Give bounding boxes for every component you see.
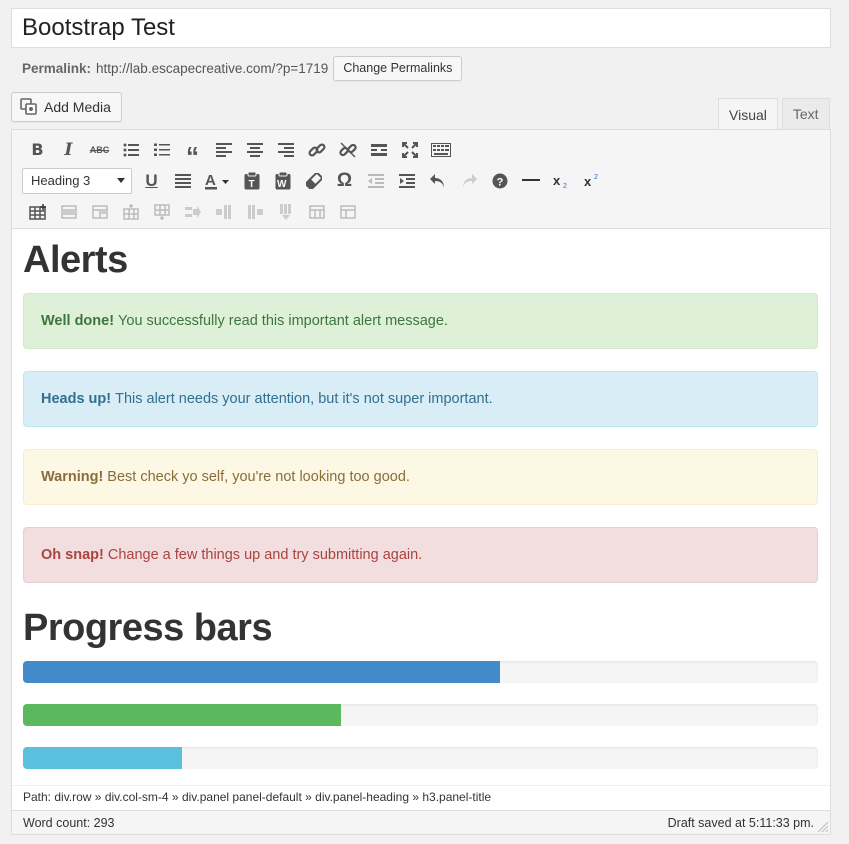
fullscreen-icon[interactable]: [394, 136, 425, 164]
alert-strong: Warning!: [41, 469, 104, 485]
draft-saved-status: Draft saved at 5:11:33 pm.: [667, 815, 814, 830]
align-left-icon[interactable]: [208, 136, 239, 164]
svg-text:T: T: [248, 179, 254, 190]
editor-frame: B I ABC “ Heading 3 U A T W Ω ? x 2 x 2 …: [11, 129, 831, 835]
svg-text:2: 2: [594, 174, 598, 181]
clear-formatting-icon[interactable]: [298, 167, 329, 195]
editor-toolbar: B I ABC “ Heading 3 U A T W Ω ? x 2 x 2: [12, 130, 830, 229]
help-icon[interactable]: ?: [484, 167, 515, 195]
chevron-down-icon: [117, 178, 125, 183]
alert-text: You successfully read this important ale…: [118, 313, 448, 329]
blockquote-icon[interactable]: “: [177, 136, 208, 169]
alert-danger: Oh snap! Change a few things up and try …: [23, 527, 818, 583]
svg-text:x: x: [584, 174, 592, 189]
toolbar-toggle-icon[interactable]: [425, 136, 456, 164]
alert-text: Best check yo self, you're not looking t…: [107, 469, 410, 485]
permalink-url[interactable]: http://lab.escapecreative.com/?p=1719: [96, 61, 328, 76]
alerts-heading: Alerts: [23, 239, 128, 281]
svg-text:A: A: [205, 172, 216, 189]
editor-content[interactable]: Alerts Well done! You successfully read …: [12, 229, 830, 769]
underline-icon[interactable]: U: [136, 167, 167, 195]
tab-text[interactable]: Text: [781, 98, 830, 129]
post-title-input[interactable]: Bootstrap Test: [11, 8, 831, 48]
alert-strong: Well done!: [41, 313, 115, 329]
tab-visual[interactable]: Visual: [718, 98, 778, 130]
editor-tabs: Visual Text: [718, 98, 830, 130]
paste-word-icon[interactable]: W: [267, 167, 298, 195]
progress-bar: [23, 704, 818, 726]
alert-text: Change a few things up and try submittin…: [107, 547, 423, 563]
media-icon: [20, 98, 38, 116]
align-center-icon[interactable]: [239, 136, 270, 164]
progress-fill: [23, 661, 500, 683]
indent-icon[interactable]: [391, 167, 422, 195]
unlink-icon[interactable]: [332, 136, 363, 164]
svg-text:?: ?: [496, 176, 503, 188]
alert-strong: Oh snap!: [41, 547, 104, 563]
redo-icon[interactable]: [453, 167, 484, 195]
row-delete-icon[interactable]: [177, 198, 208, 226]
split-cells-icon[interactable]: [301, 198, 332, 226]
toolbar-row-1: B I ABC “: [22, 134, 822, 169]
alert-info: Heads up! This alert needs your attentio…: [23, 371, 818, 427]
progress-heading: Progress bars: [23, 607, 273, 649]
format-select[interactable]: Heading 3: [22, 167, 132, 194]
row-insert-before-icon[interactable]: [115, 198, 146, 226]
toolbar-row-3: [22, 196, 822, 227]
add-media-button[interactable]: Add Media: [11, 92, 122, 122]
svg-text:2: 2: [563, 183, 567, 189]
svg-text:x: x: [553, 173, 561, 188]
progress-fill: [23, 704, 341, 726]
word-count: Word count: 293: [23, 815, 115, 830]
change-permalinks-button[interactable]: Change Permalinks: [333, 55, 463, 81]
numbered-list-icon[interactable]: [146, 136, 177, 164]
outdent-icon[interactable]: [360, 167, 391, 195]
subscript-icon[interactable]: x2: [546, 167, 577, 195]
format-select-value: Heading 3: [31, 173, 91, 188]
horizontal-line-icon[interactable]: [515, 167, 546, 195]
alert-success: Well done! You successfully read this im…: [23, 293, 818, 349]
bullet-list-icon[interactable]: [115, 136, 146, 164]
col-insert-before-icon[interactable]: [208, 198, 239, 226]
table-cell-props-icon[interactable]: [84, 198, 115, 226]
permalink-row: Permalink: http://lab.escapecreative.com…: [22, 55, 463, 81]
col-insert-after-icon[interactable]: [239, 198, 270, 226]
permalink-label: Permalink:: [22, 60, 92, 76]
align-right-icon[interactable]: [270, 136, 301, 164]
progress-fill: [23, 747, 182, 769]
element-path: Path: div.row » div.col-sm-4 » div.panel…: [12, 785, 830, 810]
progress-bar: [23, 747, 818, 769]
row-insert-after-icon[interactable]: [146, 198, 177, 226]
resize-grip-icon[interactable]: [818, 822, 828, 832]
strikethrough-icon[interactable]: ABC: [84, 136, 115, 164]
add-media-label: Add Media: [44, 99, 111, 115]
insert-link-icon[interactable]: [301, 136, 332, 164]
paste-text-icon[interactable]: T: [236, 167, 267, 195]
svg-text:W: W: [277, 179, 287, 190]
alert-strong: Heads up!: [41, 391, 112, 407]
toolbar-row-2: Heading 3 U A T W Ω ? x 2 x 2: [22, 165, 822, 196]
bold-icon[interactable]: B: [22, 136, 53, 164]
special-character-icon[interactable]: Ω: [329, 167, 360, 195]
text-color-icon[interactable]: A: [198, 167, 236, 195]
status-bar: Word count: 293 Draft saved at 5:11:33 p…: [12, 810, 830, 834]
table-insert-icon[interactable]: [22, 198, 53, 226]
alert-text: This alert needs your attention, but it'…: [115, 391, 493, 407]
progress-bar: [23, 661, 818, 683]
italic-icon[interactable]: I: [53, 136, 84, 164]
table-row-props-icon[interactable]: [53, 198, 84, 226]
alert-warning: Warning! Best check yo self, you're not …: [23, 449, 818, 505]
read-more-icon[interactable]: [363, 136, 394, 164]
col-delete-icon[interactable]: [270, 198, 301, 226]
merge-cells-icon[interactable]: [332, 198, 363, 226]
undo-icon[interactable]: [422, 167, 453, 195]
justify-icon[interactable]: [167, 167, 198, 195]
superscript-icon[interactable]: x2: [577, 167, 608, 195]
